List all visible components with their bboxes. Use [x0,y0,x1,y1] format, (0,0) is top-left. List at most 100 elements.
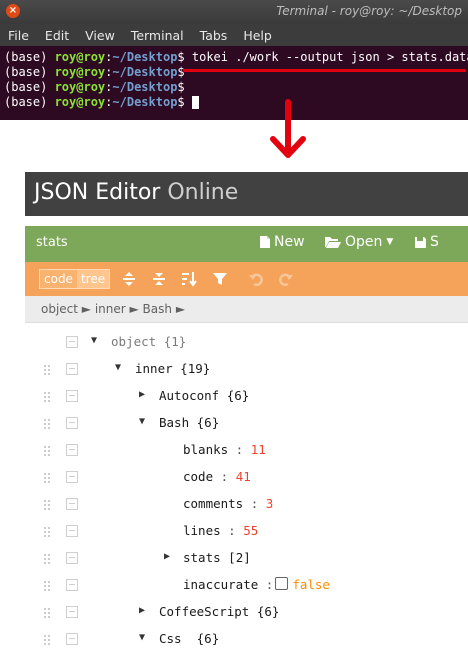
env-name: (base) [4,50,55,64]
brand-name: JSON Editor [34,180,161,205]
json-editor: JSON Editor Online stats New Open ▼ S co… [25,172,468,656]
breadcrumb[interactable]: object ► inner ► Bash ► [25,296,468,323]
drag-handle-icon[interactable] [43,526,51,538]
prompt-symbol: $ [177,80,192,94]
context-menu-button[interactable] [66,390,78,402]
tree-row: ▶ CoffeeScript {6} [25,599,468,626]
expand-toggle-icon[interactable]: ▶ [139,389,145,400]
key-name: CoffeeScript [159,604,250,619]
tree-row: lines : 55 [25,518,468,545]
menu-tabs[interactable]: Tabs [192,28,236,43]
drag-handle-icon[interactable] [43,499,51,511]
drag-handle-icon[interactable] [43,445,51,457]
drag-handle-icon[interactable] [43,607,51,619]
number-value[interactable]: 55 [243,523,258,538]
env-name: (base) [4,95,55,109]
context-menu-button[interactable] [66,633,78,645]
tree-field[interactable]: blanks : 11 [183,442,266,457]
mode-tree-button[interactable]: tree [76,270,110,288]
number-value[interactable]: 11 [251,442,266,457]
tree-field[interactable]: inaccurate : false [183,577,330,592]
editor-header: JSON Editor Online [25,172,468,216]
tree-field[interactable]: lines : 55 [183,523,258,538]
collapse-toggle-icon[interactable]: ▼ [115,362,121,373]
context-menu-button[interactable] [66,498,78,510]
drag-handle-icon[interactable] [43,634,51,646]
collapse-toggle-icon[interactable]: ▼ [139,632,145,643]
key-name: code [183,469,214,484]
tree-row: blanks : 11 [25,437,468,464]
open-button[interactable]: Open ▼ [324,234,393,250]
menu-file[interactable]: File [0,28,37,43]
menu-edit[interactable]: Edit [37,28,77,43]
tree-key[interactable]: Css {6} [159,631,219,646]
redo-icon[interactable] [277,270,295,288]
menu-help[interactable]: Help [235,28,280,43]
drag-handle-icon[interactable] [43,364,51,376]
filter-icon[interactable] [211,270,229,288]
save-button[interactable]: S [414,234,439,250]
context-menu-button[interactable] [66,336,78,348]
key-name: blanks [183,442,229,457]
prompt-path: ~/Desktop [112,65,178,79]
number-value[interactable]: 3 [266,496,274,511]
expand-toggle-icon[interactable]: ▶ [139,605,145,616]
tree-key[interactable]: inner {19} [135,361,210,376]
highlight-underline [183,69,466,72]
new-button[interactable]: New [259,234,305,250]
tree-key[interactable]: stats [2] [183,550,251,565]
number-value[interactable]: 41 [236,469,251,484]
context-menu-button[interactable] [66,525,78,537]
boolean-value[interactable]: false [292,577,330,592]
drag-handle-icon[interactable] [43,580,51,592]
tree-row: ▼ Css {6} [25,626,468,653]
expand-toggle-icon[interactable]: ▶ [164,551,170,562]
tree-key[interactable]: Autoconf {6} [159,388,249,403]
tree-row: ▶ Autoconf {6} [25,383,468,410]
context-menu-button[interactable] [66,417,78,429]
menu-view[interactable]: View [77,28,123,43]
prompt-path: ~/Desktop [112,80,178,94]
key-name: comments [183,496,244,511]
context-menu-button[interactable] [66,606,78,618]
child-count: {19} [180,361,211,376]
collapse-all-icon[interactable] [150,270,168,288]
terminal-output[interactable]: (base) roy@roy:~/Desktop$ tokei ./work -… [0,46,468,120]
child-count: {6} [196,631,220,646]
terminal-line: (base) roy@roy:~/Desktop$ [4,95,464,110]
collapse-toggle-icon[interactable]: ▼ [139,416,145,427]
close-icon[interactable]: × [6,4,20,18]
context-menu-button[interactable] [66,579,78,591]
tree-key[interactable]: Bash {6} [159,415,219,430]
tree-key[interactable]: CoffeeScript {6} [159,604,279,619]
mode-code-button[interactable]: code [40,270,77,288]
terminal-line: (base) roy@roy:~/Desktop$ [4,65,464,80]
tree-key[interactable]: object {1} [111,334,186,349]
context-menu-button[interactable] [66,471,78,483]
menu-terminal[interactable]: Terminal [123,28,192,43]
undo-icon[interactable] [247,270,265,288]
collapse-toggle-icon[interactable]: ▼ [91,335,97,346]
sort-icon[interactable] [180,270,198,288]
terminal-menubar: File Edit View Terminal Tabs Help [0,24,468,46]
mode-switch[interactable]: code tree [39,269,111,289]
drag-handle-icon[interactable] [43,472,51,484]
tree-row: inaccurate : false [25,572,468,599]
context-menu-button[interactable] [66,552,78,564]
boolean-checkbox[interactable] [275,577,289,590]
tree-row: comments : 3 [25,491,468,518]
key-name: inaccurate [183,577,259,592]
caret-down-icon: ▼ [386,237,394,247]
context-menu-button[interactable] [66,363,78,375]
tree-field[interactable]: comments : 3 [183,496,273,511]
drag-handle-icon[interactable] [43,418,51,430]
drag-handle-icon[interactable] [43,391,51,403]
context-menu-button[interactable] [66,444,78,456]
drag-handle-icon[interactable] [43,553,51,565]
expand-all-icon[interactable] [120,270,138,288]
document-name[interactable]: stats [36,235,68,250]
tree-field[interactable]: code : 41 [183,469,251,484]
terminal-command: tokei ./work --output json > stats.data [191,50,468,64]
folder-open-icon [325,237,341,248]
tree-row: ▼ object {1} [25,329,468,356]
